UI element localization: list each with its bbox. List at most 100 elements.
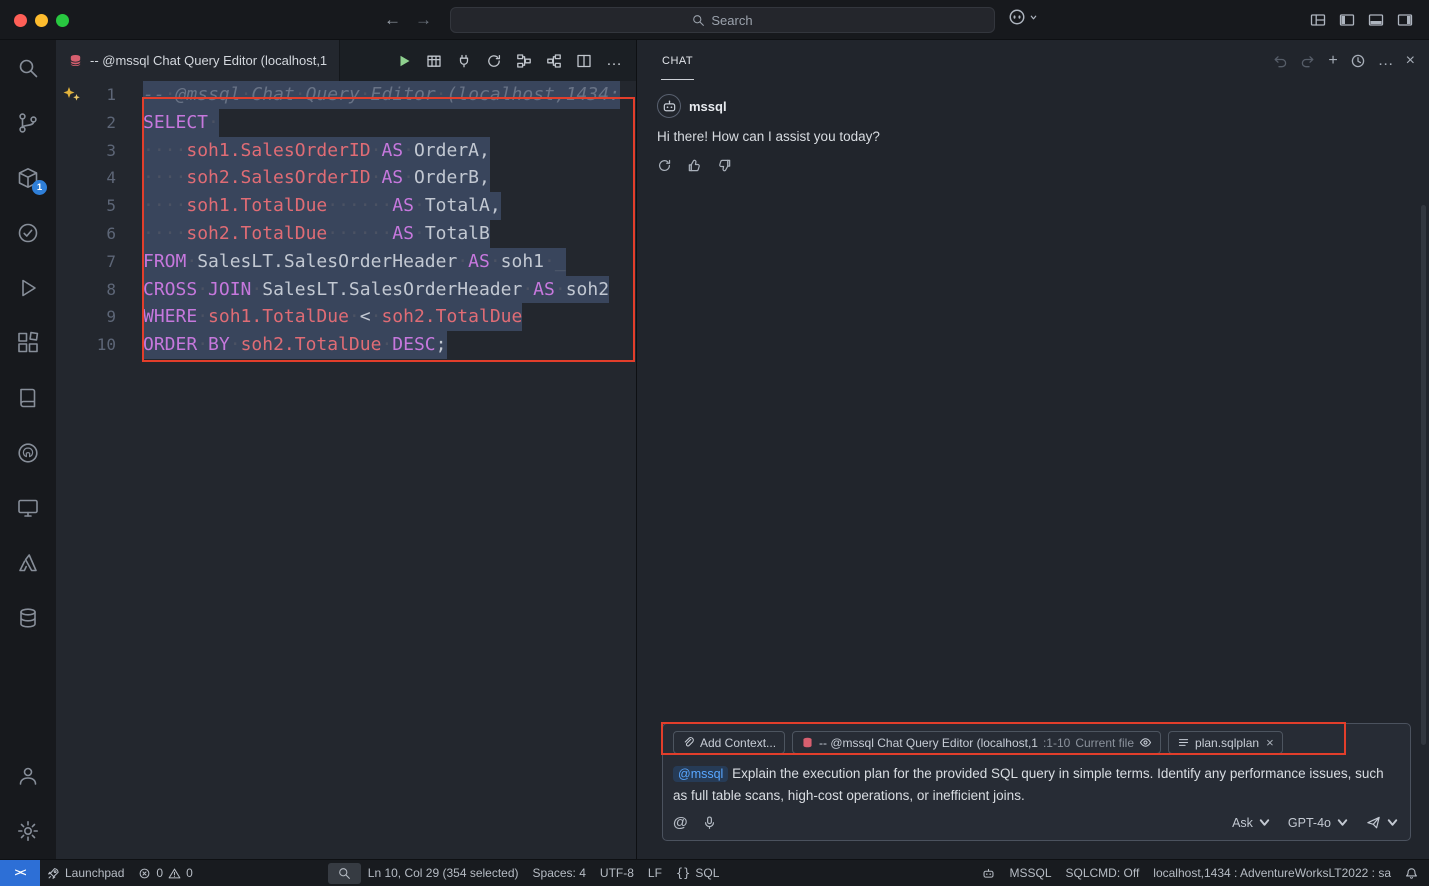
settings-gear-icon[interactable] <box>16 819 40 843</box>
remote-indicator[interactable]: >< <box>0 860 40 886</box>
code-line[interactable]: 10ORDER·BY·soh2.TotalDue·DESC; <box>56 331 636 359</box>
toggle-panel-icon[interactable] <box>1368 12 1384 28</box>
toggle-sidebar-icon[interactable] <box>1339 12 1355 28</box>
code-line[interactable]: 9WHERE·soh1.TotalDue·<·soh2.TotalDue <box>56 303 636 331</box>
chat-more-icon[interactable]: … <box>1378 53 1394 69</box>
sqlcmd-item[interactable]: SQLCMD: Off <box>1059 860 1147 886</box>
error-icon <box>138 867 151 880</box>
extensions-view-icon[interactable] <box>16 331 40 355</box>
mic-icon[interactable] <box>702 815 717 830</box>
actual-plan-icon[interactable] <box>546 53 562 69</box>
code-line[interactable]: 5····soh1.TotalDue······AS·TotalA, <box>56 192 636 220</box>
source-control-icon[interactable] <box>16 111 40 135</box>
regenerate-icon[interactable] <box>657 158 672 173</box>
chat-input-text[interactable]: @mssql Explain the execution plan for th… <box>673 763 1400 806</box>
robot-icon <box>982 867 995 880</box>
chat-input-box[interactable]: Add Context... -- @mssql Chat Query Edit… <box>662 723 1411 841</box>
maximize-window-button[interactable] <box>56 14 69 27</box>
task-check-view-icon[interactable] <box>16 221 40 245</box>
line-number: 5 <box>56 192 143 220</box>
editor-toolbar: … <box>396 40 636 81</box>
change-connection-icon[interactable] <box>486 53 502 69</box>
account-icon[interactable] <box>16 764 40 788</box>
connection-item[interactable]: localhost,1434 : AdventureWorksLT2022 : … <box>1146 860 1398 886</box>
mode-dropdown[interactable]: Ask <box>1232 815 1272 830</box>
run-debug-view-icon[interactable] <box>16 276 40 300</box>
toggle-secondary-sidebar-icon[interactable] <box>1397 12 1413 28</box>
model-dropdown[interactable]: GPT-4o <box>1288 815 1350 830</box>
code-line[interactable]: 7FROM·SalesLT.SalesOrderHeader·AS·soh1·_ <box>56 248 636 276</box>
run-query-icon[interactable] <box>396 53 412 69</box>
more-actions-icon[interactable]: … <box>606 53 622 69</box>
line-number: 3 <box>56 137 143 165</box>
azure-view-icon[interactable] <box>16 551 40 575</box>
code-line[interactable]: 2SELECT· <box>56 109 636 137</box>
problems-item[interactable]: 0 0 <box>131 860 199 886</box>
indentation-item[interactable]: Spaces: 4 <box>526 860 593 886</box>
zoom-indicator[interactable] <box>328 863 361 884</box>
bot-avatar-icon <box>657 94 681 118</box>
line-number: 4 <box>56 164 143 192</box>
nav-back-button[interactable]: ← <box>384 10 401 30</box>
split-editor-icon[interactable] <box>576 53 592 69</box>
chat-panel-title[interactable]: CHAT <box>661 55 694 67</box>
code-editor[interactable]: 1--·@mssql·Chat·Query·Editor·(localhost,… <box>56 81 636 859</box>
paperclip-icon <box>682 736 695 749</box>
copilot-status-item[interactable] <box>975 860 1002 886</box>
code-line[interactable]: 1--·@mssql·Chat·Query·Editor·(localhost,… <box>56 81 636 109</box>
send-button[interactable] <box>1366 815 1400 830</box>
code-line[interactable]: 3····soh1.SalesOrderID·AS·OrderA, <box>56 137 636 165</box>
eye-icon[interactable] <box>1139 736 1152 749</box>
plan-file-chip[interactable]: plan.sqlplan × <box>1168 731 1283 754</box>
undo-icon[interactable] <box>1272 53 1288 69</box>
editor-tab[interactable]: -- @mssql Chat Query Editor (localhost,1 <box>56 40 340 81</box>
code-line[interactable]: 8CROSS·JOIN·SalesLT.SalesOrderHeader·AS·… <box>56 276 636 304</box>
redo-icon[interactable] <box>1300 53 1316 69</box>
github-view-icon[interactable] <box>16 441 40 465</box>
results-grid-icon[interactable] <box>426 53 442 69</box>
disconnect-plug-icon[interactable] <box>456 53 472 69</box>
customize-layout-icon[interactable] <box>1310 12 1326 28</box>
remote-explorer-view-icon[interactable] <box>16 496 40 520</box>
line-number: 1 <box>56 81 143 109</box>
remove-chip-icon[interactable]: × <box>1266 735 1274 750</box>
estimated-plan-icon[interactable] <box>516 53 532 69</box>
notebook-view-icon[interactable] <box>16 386 40 410</box>
chat-scrollbar[interactable] <box>1421 205 1426 745</box>
mssql-item[interactable]: MSSQL <box>1002 860 1058 886</box>
command-center-search[interactable]: Search <box>450 7 995 33</box>
copilot-menu-button[interactable] <box>1008 8 1038 26</box>
launchpad-item[interactable]: Launchpad <box>40 860 131 886</box>
code-line[interactable]: 6····soh2.TotalDue······AS·TotalB <box>56 220 636 248</box>
encoding-item[interactable]: UTF-8 <box>593 860 641 886</box>
search-view-icon[interactable] <box>16 56 40 80</box>
status-bar: >< Launchpad 0 0 Ln 10, Col 29 (354 sele… <box>0 859 1429 886</box>
prompt-text: Explain the execution plan for the provi… <box>673 766 1384 803</box>
notifications-bell-icon[interactable] <box>1398 860 1425 886</box>
line-number: 8 <box>56 276 143 304</box>
context-row: Add Context... -- @mssql Chat Query Edit… <box>673 731 1400 754</box>
chat-history-icon[interactable] <box>1350 53 1366 69</box>
eol-item[interactable]: LF <box>641 860 669 886</box>
chat-close-icon[interactable]: × <box>1406 53 1415 69</box>
thumbs-up-icon[interactable] <box>687 158 702 173</box>
nav-forward-button[interactable]: → <box>415 10 432 30</box>
mention-context-icon[interactable]: @ <box>673 814 688 831</box>
close-window-button[interactable] <box>14 14 27 27</box>
mention-chip[interactable]: @mssql <box>673 766 728 782</box>
database-view-icon[interactable] <box>16 606 40 630</box>
new-chat-icon[interactable]: + <box>1328 53 1337 69</box>
code-line[interactable]: 4····soh2.SalesOrderID·AS·OrderB, <box>56 164 636 192</box>
thumbs-down-icon[interactable] <box>717 158 732 173</box>
editor-tabbar: -- @mssql Chat Query Editor (localhost,1 <box>56 40 636 81</box>
add-context-chip[interactable]: Add Context... <box>673 731 785 754</box>
references-view-icon[interactable]: 1 <box>16 166 40 190</box>
minimize-window-button[interactable] <box>35 14 48 27</box>
language-mode-item[interactable]: {} SQL <box>669 860 726 886</box>
current-file-chip[interactable]: -- @mssql Chat Query Editor (localhost,1… <box>792 731 1161 754</box>
cursor-position-item[interactable]: Ln 10, Col 29 (354 selected) <box>361 860 526 886</box>
tab-title: -- @mssql Chat Query Editor (localhost,1 <box>90 53 327 68</box>
warning-count: 0 <box>186 866 193 880</box>
plan-chip-label: plan.sqlplan <box>1195 736 1259 750</box>
editor-group: -- @mssql Chat Query Editor (localhost,1 <box>56 40 637 859</box>
